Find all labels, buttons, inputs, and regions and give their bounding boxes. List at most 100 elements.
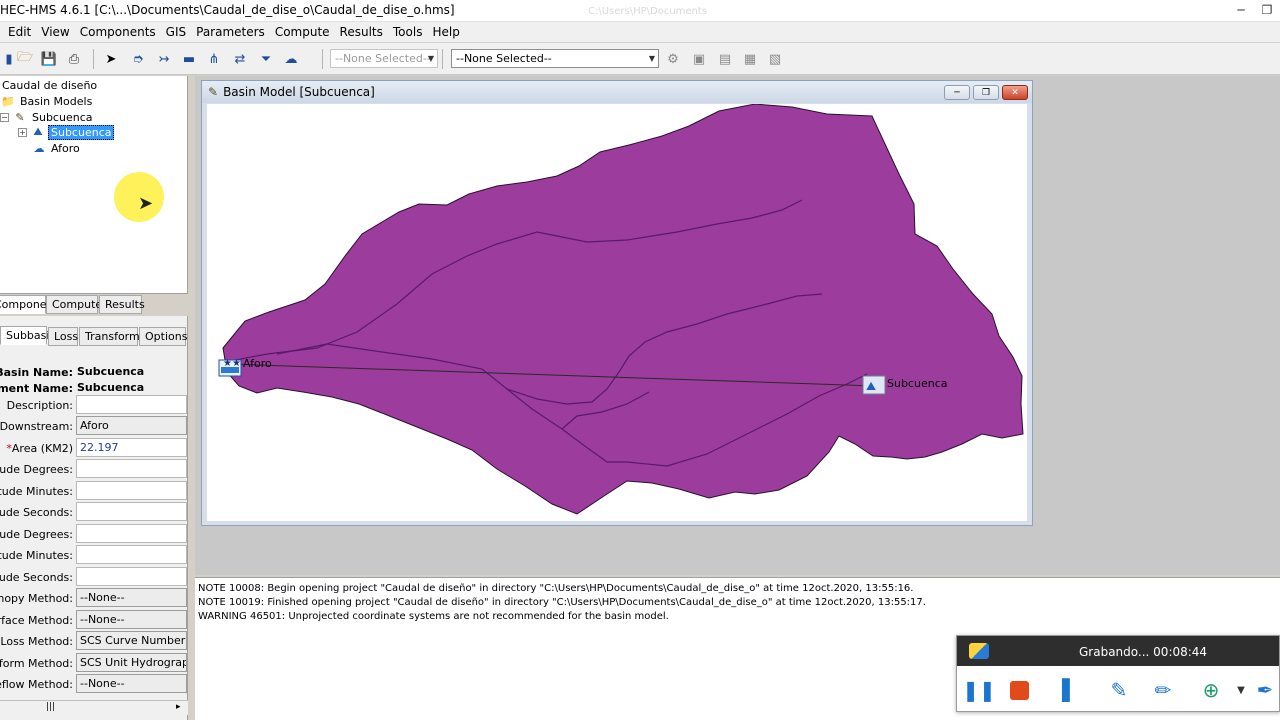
basin-model-window: ✎ Basin Model [Subcuenca] ─ ❐ ✕ ★★ Aforo… [201,80,1033,526]
tree-basin-models[interactable]: 📁 Basin Models [0,93,94,109]
compute-icon[interactable]: ⚙ [664,50,682,68]
canopy-select[interactable]: --None-- [76,588,187,607]
tab-compute[interactable]: Compute [46,295,102,314]
maximize-button[interactable]: ❐ [1254,0,1280,20]
description-label: Description: [6,399,73,412]
canopy-label: Canopy Method: [0,592,73,605]
lat-min-field[interactable] [76,481,187,500]
chevron-down-icon: ▼ [427,54,434,63]
basin-minimize-button[interactable]: ─ [944,85,970,100]
lat-sec-label: Latitude Seconds: [0,506,73,519]
zoom-add-icon[interactable]: ⊕ [1199,678,1223,702]
expand-icon[interactable]: + [18,127,27,137]
basin-close-button[interactable]: ✕ [1002,85,1028,100]
collapse-icon[interactable]: − [0,112,9,122]
graph-icon[interactable]: ▤ [716,50,734,68]
minimize-button[interactable]: ─ [1228,0,1254,20]
basin-model-icon: ✎ [15,110,25,124]
menu-tools[interactable]: Tools [388,22,428,42]
tree-basin-model[interactable]: − ✎ Subcuenca [0,109,94,125]
menu-parameters[interactable]: Parameters [191,22,270,42]
tree-subbasin[interactable]: + ⛰ Subcuenca [18,124,115,140]
menu-view[interactable]: View [36,22,74,42]
open-folder-icon[interactable]: 🗁 [16,50,34,68]
transform-select[interactable]: SCS Unit Hydrograph [76,653,187,672]
folder-icon: 📁 [1,94,15,108]
element-name-value: Subcuenca [77,381,145,394]
levels-icon[interactable]: ▌ [1058,678,1082,702]
tab-results[interactable]: Results [99,295,145,314]
tab-loss[interactable]: Loss [48,327,78,346]
tab-options-label: Options [145,330,188,343]
menu-compute[interactable]: Compute [270,22,335,42]
loss-label: Loss Method: [0,635,73,648]
toolbar-separator [322,49,323,69]
subbasin-tool-icon[interactable]: ➮ [129,50,147,68]
scroll-right-icon[interactable]: ▸ [176,702,181,712]
downstream-select[interactable]: Aforo [76,416,187,435]
lat-sec-field[interactable] [76,502,187,521]
basin-map-canvas[interactable]: ★★ Aforo ⛰ Subcuenca [207,104,1027,521]
menu-gis[interactable]: GIS [161,22,191,42]
stop-button[interactable] [1007,678,1031,702]
tree-sink[interactable]: ☁ Aforo [31,140,82,156]
baseflow-label: Baseflow Method: [0,678,73,691]
message-line: WARNING 46501: Unprojected coordinate sy… [198,611,669,622]
lat-deg-row: Latitude Degrees: [0,459,188,479]
junction-tool-icon[interactable]: ⋔ [205,50,223,68]
menu-edit[interactable]: Edit [0,22,36,42]
highlight-tool-icon[interactable]: ✏ [1151,678,1175,702]
surface-select[interactable]: --None-- [76,610,187,629]
diversion-tool-icon[interactable]: ⇄ [231,50,249,68]
subbasin-label: Subcuenca [887,377,947,390]
tab-components[interactable]: Components [0,295,64,314]
reach-tool-icon[interactable]: ↣ [155,50,173,68]
subbasin-marker[interactable]: ⛰ [862,375,886,395]
description-field[interactable] [76,395,187,414]
tab-results-label: Results [105,298,145,311]
lon-deg-field[interactable] [76,524,187,543]
loss-select[interactable]: SCS Curve Number [76,631,187,650]
lat-sec-row: Latitude Seconds: [0,502,188,522]
lon-sec-row: Longitude Seconds: [0,567,188,587]
lat-deg-field[interactable] [76,459,187,478]
pause-button[interactable]: ❚❚ [962,678,996,702]
chevron-down-icon[interactable]: ▼ [1229,678,1253,702]
lon-min-field[interactable] [76,545,187,564]
downstream-label: Downstream: [0,420,73,433]
window-title: HEC-HMS 4.6.1 [C:\...\Documents\Caudal_d… [0,3,455,17]
reservoir-tool-icon[interactable]: ▬ [180,50,198,68]
basin-maximize-button[interactable]: ❐ [973,85,999,100]
results-icon[interactable]: ▣ [690,50,708,68]
tab-transform[interactable]: Transform [79,327,140,346]
summary-icon[interactable]: ▧ [766,50,784,68]
menu-results[interactable]: Results [335,22,388,42]
lon-deg-row: Longitude Degrees: [0,524,188,544]
sink-label: Aforo [243,357,272,370]
sink-marker[interactable]: ★★ [218,358,242,377]
pen-icon[interactable]: ✒ [1253,678,1277,702]
source-tool-icon[interactable]: ⏷ [257,50,275,68]
area-field[interactable]: 22.197 [76,438,187,457]
baseflow-select[interactable]: --None-- [76,674,187,693]
tree-sink-label: Aforo [51,141,80,155]
tab-options[interactable]: Options [139,327,188,346]
menu-help[interactable]: Help [427,22,464,42]
arrow-tool-icon[interactable]: ➤ [102,50,120,68]
subbasin-marker-icon: ⛰ [866,379,876,393]
sink-tool-icon[interactable]: ☁ [282,50,300,68]
basin-window-title: Basin Model [Subcuenca] [223,85,375,99]
lon-sec-field[interactable] [76,567,187,586]
table-icon[interactable]: ▦ [741,50,759,68]
horizontal-scrollbar[interactable]: ||| ▸ [0,700,188,715]
draw-tool-icon[interactable]: ✎ [1107,678,1131,702]
save-icon[interactable]: 💾 [40,50,58,68]
tree-root[interactable]: Caudal de diseño [0,77,99,93]
subbasin-polygon[interactable] [222,104,1024,515]
print-icon[interactable]: ⎙ [65,50,83,68]
element-selector[interactable]: --None Selected-- ▼ [451,49,659,68]
tab-subbasin[interactable]: Subbasin [0,326,56,345]
menu-components[interactable]: Components [75,22,161,42]
tree-basin-model-label: Subcuenca [32,110,93,124]
run-selector[interactable]: --None Selected-- ▼ [330,49,438,68]
